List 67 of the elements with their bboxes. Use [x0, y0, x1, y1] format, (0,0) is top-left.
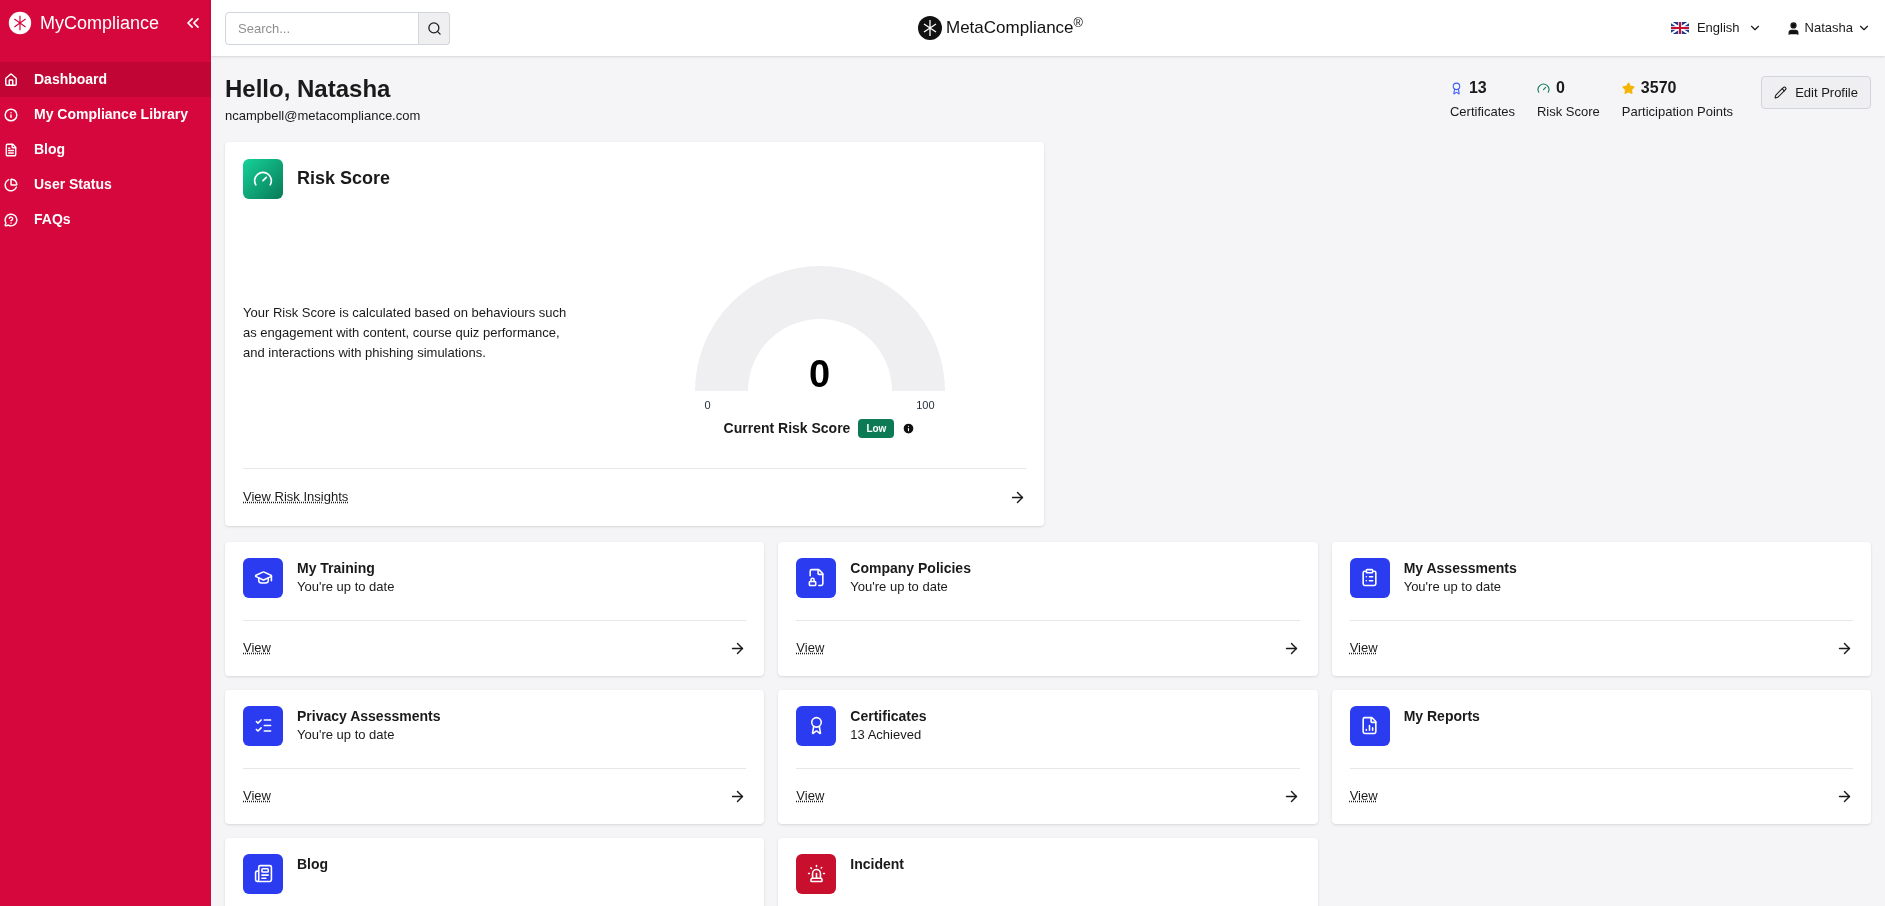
star-icon [1621, 81, 1635, 95]
stat-value: 13 [1468, 78, 1487, 98]
sidebar-item[interactable]: Blog [0, 132, 211, 167]
pencil-icon [1774, 86, 1788, 99]
gauge-icon [1537, 81, 1550, 95]
language-selector[interactable]: English [1670, 18, 1762, 38]
report-icon [1360, 716, 1380, 735]
sidebar-item[interactable]: FAQs [0, 202, 211, 237]
search-field[interactable]: Search... [225, 11, 419, 45]
search-button[interactable] [419, 11, 450, 45]
module-title: My Assessments [1403, 558, 1517, 578]
stat-value: 3570 [1640, 78, 1677, 98]
module-status: You're up to date [297, 725, 396, 744]
module-status: You're up to date [297, 577, 395, 596]
module-title: My Reports [1403, 706, 1480, 726]
house-icon [4, 72, 18, 87]
module-title: Blog [297, 854, 329, 874]
module-title: Privacy Assessments [297, 706, 441, 726]
view-link[interactable]: View [796, 786, 825, 806]
card-title: Risk Score [297, 167, 391, 190]
user-menu[interactable]: Natasha [1785, 18, 1871, 38]
module-status: You're up to date [850, 577, 949, 596]
stat-label: Risk Score [1537, 103, 1600, 121]
view-link[interactable]: View [796, 638, 825, 658]
clipboard-icon [1360, 568, 1380, 587]
module-title: Incident [850, 854, 904, 874]
graduation-cap-icon [253, 568, 273, 587]
module-status: You're up to date [1403, 577, 1503, 596]
question-bubble-icon [4, 212, 18, 227]
document-lock-icon [806, 568, 826, 587]
risk-level-badge: Low [858, 418, 895, 438]
view-link[interactable]: View [243, 786, 271, 806]
flag-icon [1670, 22, 1689, 34]
newspaper-icon [253, 864, 273, 883]
info-icon [902, 421, 916, 435]
gauge-max-label: 100 [916, 398, 935, 414]
user-icon [1785, 20, 1801, 36]
sidebar-item[interactable]: User Status [0, 167, 211, 202]
module-title: Company Policies [850, 558, 971, 578]
view-risk-insights-link[interactable]: View Risk Insights [243, 487, 349, 507]
checklist-icon [253, 716, 273, 735]
module-title: Certificates [850, 706, 927, 726]
stat-value: 0 [1556, 78, 1565, 98]
logo-icon [918, 16, 942, 40]
search-icon [426, 20, 442, 36]
gauge-caption: Current Risk Score [723, 418, 851, 438]
gauge-min-label: 0 [704, 398, 711, 414]
view-link[interactable]: View [243, 638, 271, 658]
document-icon [4, 142, 18, 157]
module-title: My Training [297, 558, 376, 578]
brand-name: MyCompliance [39, 11, 159, 35]
view-link[interactable]: View [1349, 638, 1378, 658]
risk-description: Your Risk Score is calculated based on behaviours such as engagement with content, course quiz performance, and interactions with phishing simulations. [243, 304, 568, 362]
sidebar-item[interactable]: My Compliance Library [0, 97, 211, 132]
user-email: ncampbell@metacompliance.com [225, 107, 422, 125]
edit-profile-button[interactable]: Edit Profile [1761, 76, 1871, 109]
siren-icon [806, 864, 826, 883]
greeting-title: Hello, Natasha [225, 74, 392, 104]
logo-text: MetaCompliance$^{®}$ [946, 15, 1083, 40]
view-link[interactable]: View [1349, 786, 1378, 806]
module-status: 13 Achieved [850, 725, 923, 744]
stat-label: Certificates [1449, 103, 1515, 121]
pie-chart-icon [4, 177, 18, 192]
stat-label: Participation Points [1621, 103, 1734, 121]
gauge-value: 0 [808, 355, 831, 394]
sidebar-item[interactable]: Dashboard [0, 62, 211, 97]
info-icon [4, 107, 18, 122]
